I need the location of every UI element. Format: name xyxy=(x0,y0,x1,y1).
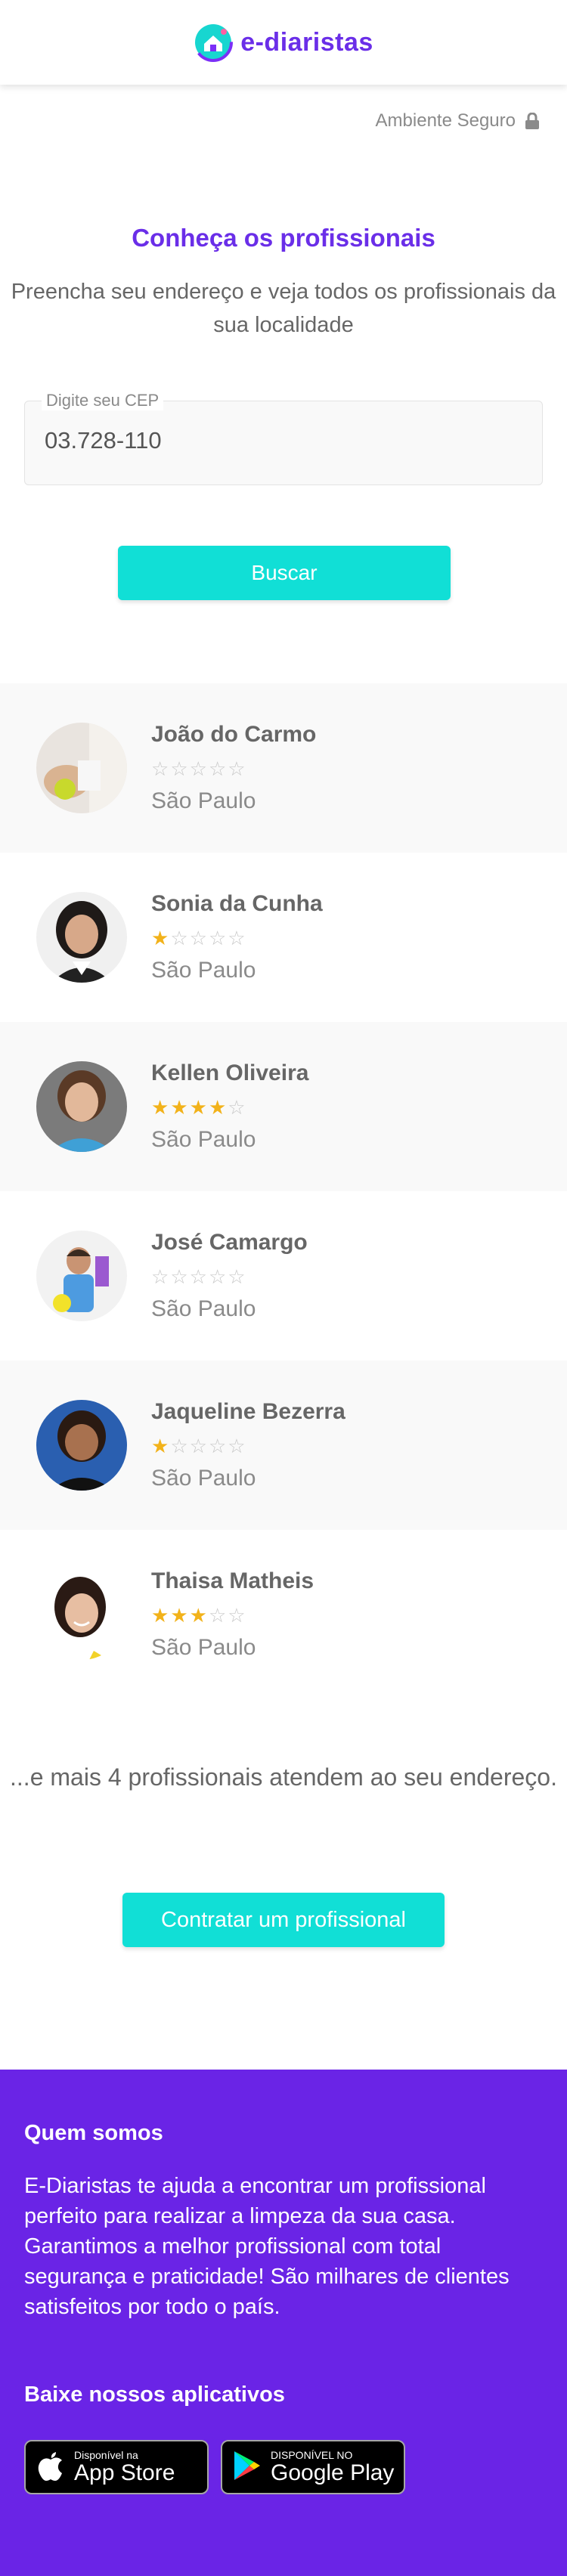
professional-city: São Paulo xyxy=(151,1635,256,1660)
google-play-small-text: DISPONÍVEL NO xyxy=(271,2449,353,2461)
app-store-big-text: App Store xyxy=(74,2460,175,2485)
rating-stars: ★★★★☆ xyxy=(151,1097,308,1118)
star-filled-icon: ★ xyxy=(151,927,171,949)
more-professionals-text: ...e mais 4 profissionais atendem ao seu… xyxy=(10,1763,557,1791)
secure-environment: Ambiente Seguro xyxy=(376,110,540,132)
star-empty-icon: ☆ xyxy=(189,757,209,780)
app-store-button[interactable]: Disponível na App Store xyxy=(24,2440,209,2494)
avatar xyxy=(36,1400,127,1491)
star-empty-icon: ☆ xyxy=(208,757,228,780)
avatar xyxy=(36,892,127,983)
star-empty-icon: ☆ xyxy=(208,1604,228,1627)
professional-city: São Paulo xyxy=(151,958,256,983)
secure-label: Ambiente Seguro xyxy=(375,110,516,131)
brand-logo-link[interactable]: e-diaristas xyxy=(194,23,373,62)
about-text: E-Diaristas te ajuda a encontrar um prof… xyxy=(24,2174,510,2319)
star-empty-icon: ☆ xyxy=(189,1265,209,1288)
professional-name: Thaisa Matheis xyxy=(151,1568,314,1593)
star-empty-icon: ☆ xyxy=(170,757,190,780)
star-empty-icon: ☆ xyxy=(189,1435,209,1457)
list-item: João do Carmo ☆☆☆☆☆ São Paulo xyxy=(0,683,567,853)
star-empty-icon: ☆ xyxy=(228,1604,247,1627)
brand-logo-icon xyxy=(194,23,234,62)
list-item: José Camargo ☆☆☆☆☆ São Paulo xyxy=(0,1191,567,1361)
professional-name: José Camargo xyxy=(151,1230,308,1255)
avatar xyxy=(36,723,127,813)
professional-city: São Paulo xyxy=(151,788,256,813)
page-subtitle: Preencha seu endereço e veja todos os pr… xyxy=(11,280,556,337)
rating-stars: ★☆☆☆☆ xyxy=(151,1435,345,1457)
avatar xyxy=(36,1569,127,1660)
top-header: e-diaristas xyxy=(0,0,567,85)
list-item: Jaqueline Bezerra ★☆☆☆☆ São Paulo xyxy=(0,1361,567,1530)
search-button[interactable]: Buscar xyxy=(118,546,451,600)
lock-icon xyxy=(525,112,540,129)
star-filled-icon: ★ xyxy=(189,1604,209,1627)
google-play-icon xyxy=(233,2450,262,2485)
star-filled-icon: ★ xyxy=(151,1604,171,1627)
list-item: Sonia da Cunha ★☆☆☆☆ São Paulo xyxy=(0,853,567,1022)
about-title: Quem somos xyxy=(24,2121,163,2145)
star-empty-icon: ☆ xyxy=(170,1265,190,1288)
professional-city: São Paulo xyxy=(151,1296,256,1321)
avatar xyxy=(36,1061,127,1152)
star-empty-icon: ☆ xyxy=(208,1265,228,1288)
cep-field: Digite seu CEP xyxy=(24,391,543,485)
star-filled-icon: ★ xyxy=(208,1096,228,1119)
professional-name: Jaqueline Bezerra xyxy=(151,1399,345,1424)
star-empty-icon: ☆ xyxy=(151,1265,171,1288)
footer: Quem somos E-Diaristas te ajuda a encont… xyxy=(0,2070,567,2576)
star-empty-icon: ☆ xyxy=(151,757,171,780)
google-play-button[interactable]: DISPONÍVEL NO Google Play xyxy=(221,2440,405,2494)
star-filled-icon: ★ xyxy=(170,1096,190,1119)
google-play-big-text: Google Play xyxy=(271,2460,395,2485)
star-filled-icon: ★ xyxy=(170,1604,190,1627)
star-filled-icon: ★ xyxy=(151,1096,171,1119)
page-title: Conheça os profissionais xyxy=(132,224,435,252)
app-store-small-text: Disponível na xyxy=(74,2449,138,2461)
apps-title: Baixe nossos aplicativos xyxy=(24,2382,285,2407)
cep-label: Digite seu CEP xyxy=(42,391,164,410)
star-empty-icon: ☆ xyxy=(228,757,247,780)
rating-stars: ★☆☆☆☆ xyxy=(151,927,323,949)
list-item: Kellen Oliveira ★★★★☆ São Paulo xyxy=(0,1022,567,1191)
star-empty-icon: ☆ xyxy=(228,1265,247,1288)
professional-city: São Paulo xyxy=(151,1466,256,1491)
cep-input[interactable] xyxy=(45,427,513,454)
professional-city: São Paulo xyxy=(151,1127,256,1152)
star-empty-icon: ☆ xyxy=(170,1435,190,1457)
rating-stars: ★★★☆☆ xyxy=(151,1605,314,1626)
professional-name: João do Carmo xyxy=(151,722,317,747)
hire-professional-button[interactable]: Contratar um profissional xyxy=(122,1893,445,1947)
star-empty-icon: ☆ xyxy=(228,1096,247,1119)
star-empty-icon: ☆ xyxy=(170,927,190,949)
star-empty-icon: ☆ xyxy=(189,927,209,949)
list-item: Thaisa Matheis ★★★☆☆ São Paulo xyxy=(0,1530,567,1699)
brand-name: e-diaristas xyxy=(240,27,373,57)
professional-name: Sonia da Cunha xyxy=(151,891,323,916)
professional-name: Kellen Oliveira xyxy=(151,1060,309,1085)
apple-icon xyxy=(36,2449,65,2486)
star-empty-icon: ☆ xyxy=(228,927,247,949)
star-empty-icon: ☆ xyxy=(208,1435,228,1457)
star-filled-icon: ★ xyxy=(189,1096,209,1119)
star-filled-icon: ★ xyxy=(151,1435,171,1457)
professionals-list: João do Carmo ☆☆☆☆☆ São Paulo Sonia da C… xyxy=(0,683,567,1699)
star-empty-icon: ☆ xyxy=(228,1435,247,1457)
star-empty-icon: ☆ xyxy=(208,927,228,949)
rating-stars: ☆☆☆☆☆ xyxy=(151,1266,308,1287)
rating-stars: ☆☆☆☆☆ xyxy=(151,758,316,779)
avatar xyxy=(36,1231,127,1321)
